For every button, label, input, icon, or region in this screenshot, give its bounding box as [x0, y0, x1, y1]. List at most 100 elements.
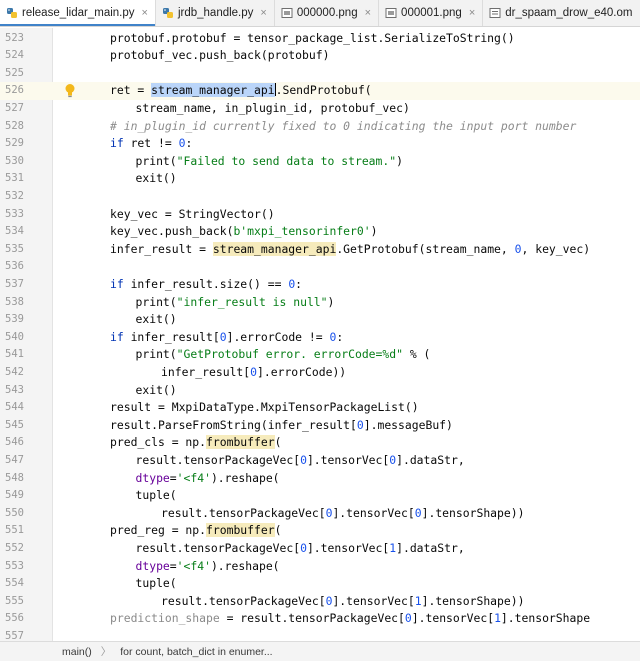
editor-tab[interactable]: 000001.png × — [379, 0, 484, 26]
code-token: , key_vec) — [521, 241, 591, 256]
code-line[interactable]: 525 — [0, 65, 640, 83]
code-text: # in_plugin_id currently fixed to 0 indi… — [110, 118, 576, 136]
line-number: 531 — [5, 172, 24, 185]
code-line[interactable]: 542 infer_result[0].errorCode)) — [0, 364, 640, 382]
code-token: if — [110, 276, 131, 291]
code-token: 1 — [494, 611, 501, 626]
code-token: exit() — [135, 171, 177, 186]
close-icon[interactable]: × — [469, 7, 475, 19]
code-line[interactable]: 554 tuple( — [0, 575, 640, 593]
code-line[interactable]: 555 result.tensorPackageVec[0].tensorVec[… — [0, 593, 640, 611]
code-line[interactable]: 546 pred_cls = np.frombuffer( — [0, 434, 640, 452]
code-line[interactable]: 524 protobuf_vec.push_back(protobuf) — [0, 47, 640, 65]
code-token: .GetProtobuf(stream_name, — [336, 241, 515, 256]
code-line[interactable]: 526 ret = stream_manager_api.SendProtobuf… — [0, 82, 640, 100]
editor-tab[interactable]: 000000.png × — [275, 0, 380, 26]
code-line[interactable]: 535 infer_result = stream_manager_api.Get… — [0, 241, 640, 259]
line-number: 550 — [5, 506, 24, 519]
close-icon[interactable]: × — [260, 7, 266, 19]
close-icon[interactable]: × — [142, 7, 148, 19]
code-token: : — [295, 276, 303, 291]
code-line[interactable]: 538 print("infer_result is null") — [0, 294, 640, 312]
code-line[interactable]: 544 result = MxpiDataType.MxpiTensorPacka… — [0, 399, 640, 417]
code-text: dtype='<f4').reshape( — [136, 470, 280, 488]
code-line[interactable]: 536 — [0, 258, 640, 276]
code-token: tuple( — [135, 576, 177, 591]
breadcrumb: main() 〉 for count, batch_dict in enumer..… — [0, 641, 640, 661]
breadcrumb-item[interactable]: main() — [62, 646, 92, 658]
editor-tab-label: dr_spaam_drow_e40.om — [505, 7, 633, 19]
code-token: if — [110, 136, 131, 151]
code-line[interactable]: 547 result.tensorPackageVec[0].tensorVec[… — [0, 452, 640, 470]
code-line[interactable]: 537 if infer_result.size() == 0: — [0, 276, 640, 294]
code-line[interactable]: 552 result.tensorPackageVec[0].tensorVec[… — [0, 540, 640, 558]
code-token: b'mxpi_tensorinfer0' — [233, 224, 371, 239]
code-token: # in_plugin_id currently fixed to 0 indi… — [110, 118, 577, 133]
code-token: if — [110, 329, 131, 344]
code-line[interactable]: 534 key_vec.push_back(b'mxpi_tensorinfer0… — [0, 223, 640, 241]
code-line[interactable]: 527 stream_name, in_plugin_id, protobuf_v… — [0, 100, 640, 118]
code-token: stream_manager_api — [212, 241, 337, 256]
code-line[interactable]: 548 dtype='<f4').reshape( — [0, 470, 640, 488]
code-token: result.tensorPackageVec[ — [135, 452, 301, 467]
code-line[interactable]: 551 pred_reg = np.frombuffer( — [0, 522, 640, 540]
code-token: ].tensorShape)) — [421, 593, 525, 608]
code-text: tuple( — [136, 487, 177, 505]
code-line[interactable]: 545 result.ParseFromString(infer_result[0… — [0, 417, 640, 435]
code-line[interactable]: 531 exit() — [0, 170, 640, 188]
code-line[interactable]: 549 tuple( — [0, 487, 640, 505]
code-token: result.tensorPackageVec[ — [161, 593, 326, 608]
line-number: 556 — [5, 612, 24, 625]
line-number: 524 — [5, 49, 24, 62]
code-token: ) — [327, 294, 335, 309]
code-line[interactable]: 550 result.tensorPackageVec[0].tensorVec[… — [0, 505, 640, 523]
line-number: 539 — [5, 313, 24, 326]
line-number: 547 — [5, 453, 24, 466]
breadcrumb-item[interactable]: for count, batch_dict in enumer... — [120, 646, 272, 658]
code-line[interactable]: 528 # in_plugin_id currently fixed to 0 i… — [0, 118, 640, 136]
close-icon[interactable]: × — [365, 7, 371, 19]
code-line[interactable]: 539 exit() — [0, 311, 640, 329]
code-line[interactable]: 541 print("GetProtobuf error. errorCode=%… — [0, 346, 640, 364]
lightbulb-icon[interactable] — [64, 83, 76, 98]
code-text: prediction_shape = result.tensorPackageV… — [110, 610, 590, 628]
code-text: infer_result[0].errorCode)) — [161, 364, 346, 382]
editor-tab[interactable]: jrdb_handle.py × — [156, 0, 275, 26]
code-token: key_vec = StringVector() — [110, 206, 275, 221]
line-number: 538 — [5, 295, 24, 308]
code-token: "infer_result is null" — [176, 294, 328, 309]
code-text: protobuf_vec.push_back(protobuf) — [110, 47, 329, 65]
code-token: % ( — [402, 347, 431, 362]
editor-tab[interactable]: dr_spaam_drow_e40.om× — [483, 0, 640, 26]
code-line[interactable]: 532 — [0, 188, 640, 206]
code-line[interactable]: 553 dtype='<f4').reshape( — [0, 558, 640, 576]
code-text: result.tensorPackageVec[0].tensorVec[0].… — [136, 452, 465, 470]
code-token: = — [169, 470, 177, 485]
code-token: ].tensorShape)) — [421, 505, 525, 520]
code-token: pred_reg = np. — [110, 523, 207, 538]
editor-tab[interactable]: release_lidar_main.py × — [0, 0, 156, 26]
line-number: 553 — [5, 559, 24, 572]
code-line[interactable]: 523 protobuf.protobuf = tensor_package_li… — [0, 30, 640, 48]
code-line[interactable]: 533 key_vec = StringVector() — [0, 206, 640, 224]
code-text: stream_name, in_plugin_id, protobuf_vec) — [136, 100, 410, 118]
image-file-icon — [281, 7, 293, 19]
code-line[interactable]: 556 prediction_shape = result.tensorPacka… — [0, 610, 640, 628]
code-line[interactable]: 540 if infer_result[0].errorCode != 0: — [0, 329, 640, 347]
code-token: ( — [274, 435, 282, 450]
code-line[interactable]: 529 if ret != 0: — [0, 135, 640, 153]
code-token: print( — [135, 347, 177, 362]
line-number: 528 — [5, 119, 24, 132]
code-editor[interactable]: 523 protobuf.protobuf = tensor_package_li… — [0, 28, 640, 641]
line-number: 543 — [5, 383, 24, 396]
code-text: if infer_result.size() == 0: — [110, 276, 302, 294]
code-line[interactable]: 530 print("Failed to send data to stream.… — [0, 153, 640, 171]
line-number: 523 — [5, 31, 24, 44]
line-number: 532 — [5, 189, 24, 202]
code-token: print( — [135, 153, 177, 168]
line-number: 530 — [5, 154, 24, 167]
code-line[interactable]: 557 — [0, 628, 640, 641]
line-number: 557 — [5, 629, 24, 641]
code-line[interactable]: 543 exit() — [0, 382, 640, 400]
code-token: = result.tensorPackageVec[ — [219, 611, 405, 626]
